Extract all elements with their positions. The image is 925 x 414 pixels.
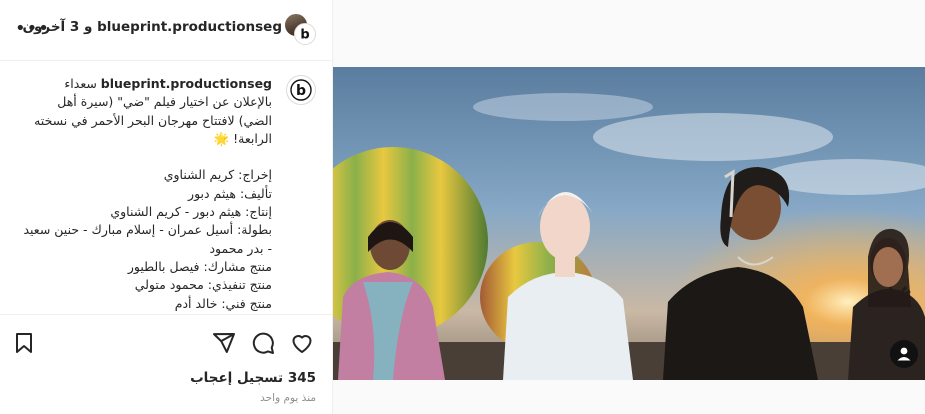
user-tag-icon[interactable] — [890, 340, 918, 368]
post-timestamp[interactable]: منذ يوم واحد — [260, 392, 316, 404]
film-still-illustration — [333, 67, 925, 380]
post-info-panel: ••• blueprint.productionseg و 3 آخرون b … — [0, 0, 333, 414]
logo-icon: b — [290, 79, 312, 101]
logo-icon: b — [300, 28, 309, 43]
bookmark-icon[interactable] — [12, 331, 36, 355]
author-avatars[interactable]: b — [284, 13, 316, 45]
post-image[interactable] — [333, 67, 925, 380]
post-header: ••• blueprint.productionseg و 3 آخرون b — [0, 0, 332, 61]
svg-text:b: b — [300, 28, 309, 43]
svg-text:b: b — [296, 83, 306, 99]
caption-username[interactable]: blueprint.productionseg — [101, 76, 272, 91]
post-author-names[interactable]: blueprint.productionseg و 3 آخرون — [23, 19, 282, 35]
brand-logo-avatar: b — [294, 23, 316, 45]
post-caption: blueprint.productionseg سعداء بالإعلان ع… — [22, 75, 272, 314]
caption-text: سعداء بالإعلان عن اختيار فيلم "ضي" (سيرة… — [23, 76, 272, 314]
caption-scroll-area[interactable]: b blueprint.productionseg سعداء بالإعلان… — [0, 61, 332, 314]
action-bar — [0, 314, 332, 371]
share-icon[interactable] — [212, 331, 236, 355]
heart-icon[interactable] — [290, 331, 314, 355]
likes-count[interactable]: 345 تسجيل إعجاب — [190, 370, 316, 386]
comment-icon[interactable] — [251, 331, 275, 355]
caption-author-avatar[interactable]: b — [286, 75, 316, 105]
